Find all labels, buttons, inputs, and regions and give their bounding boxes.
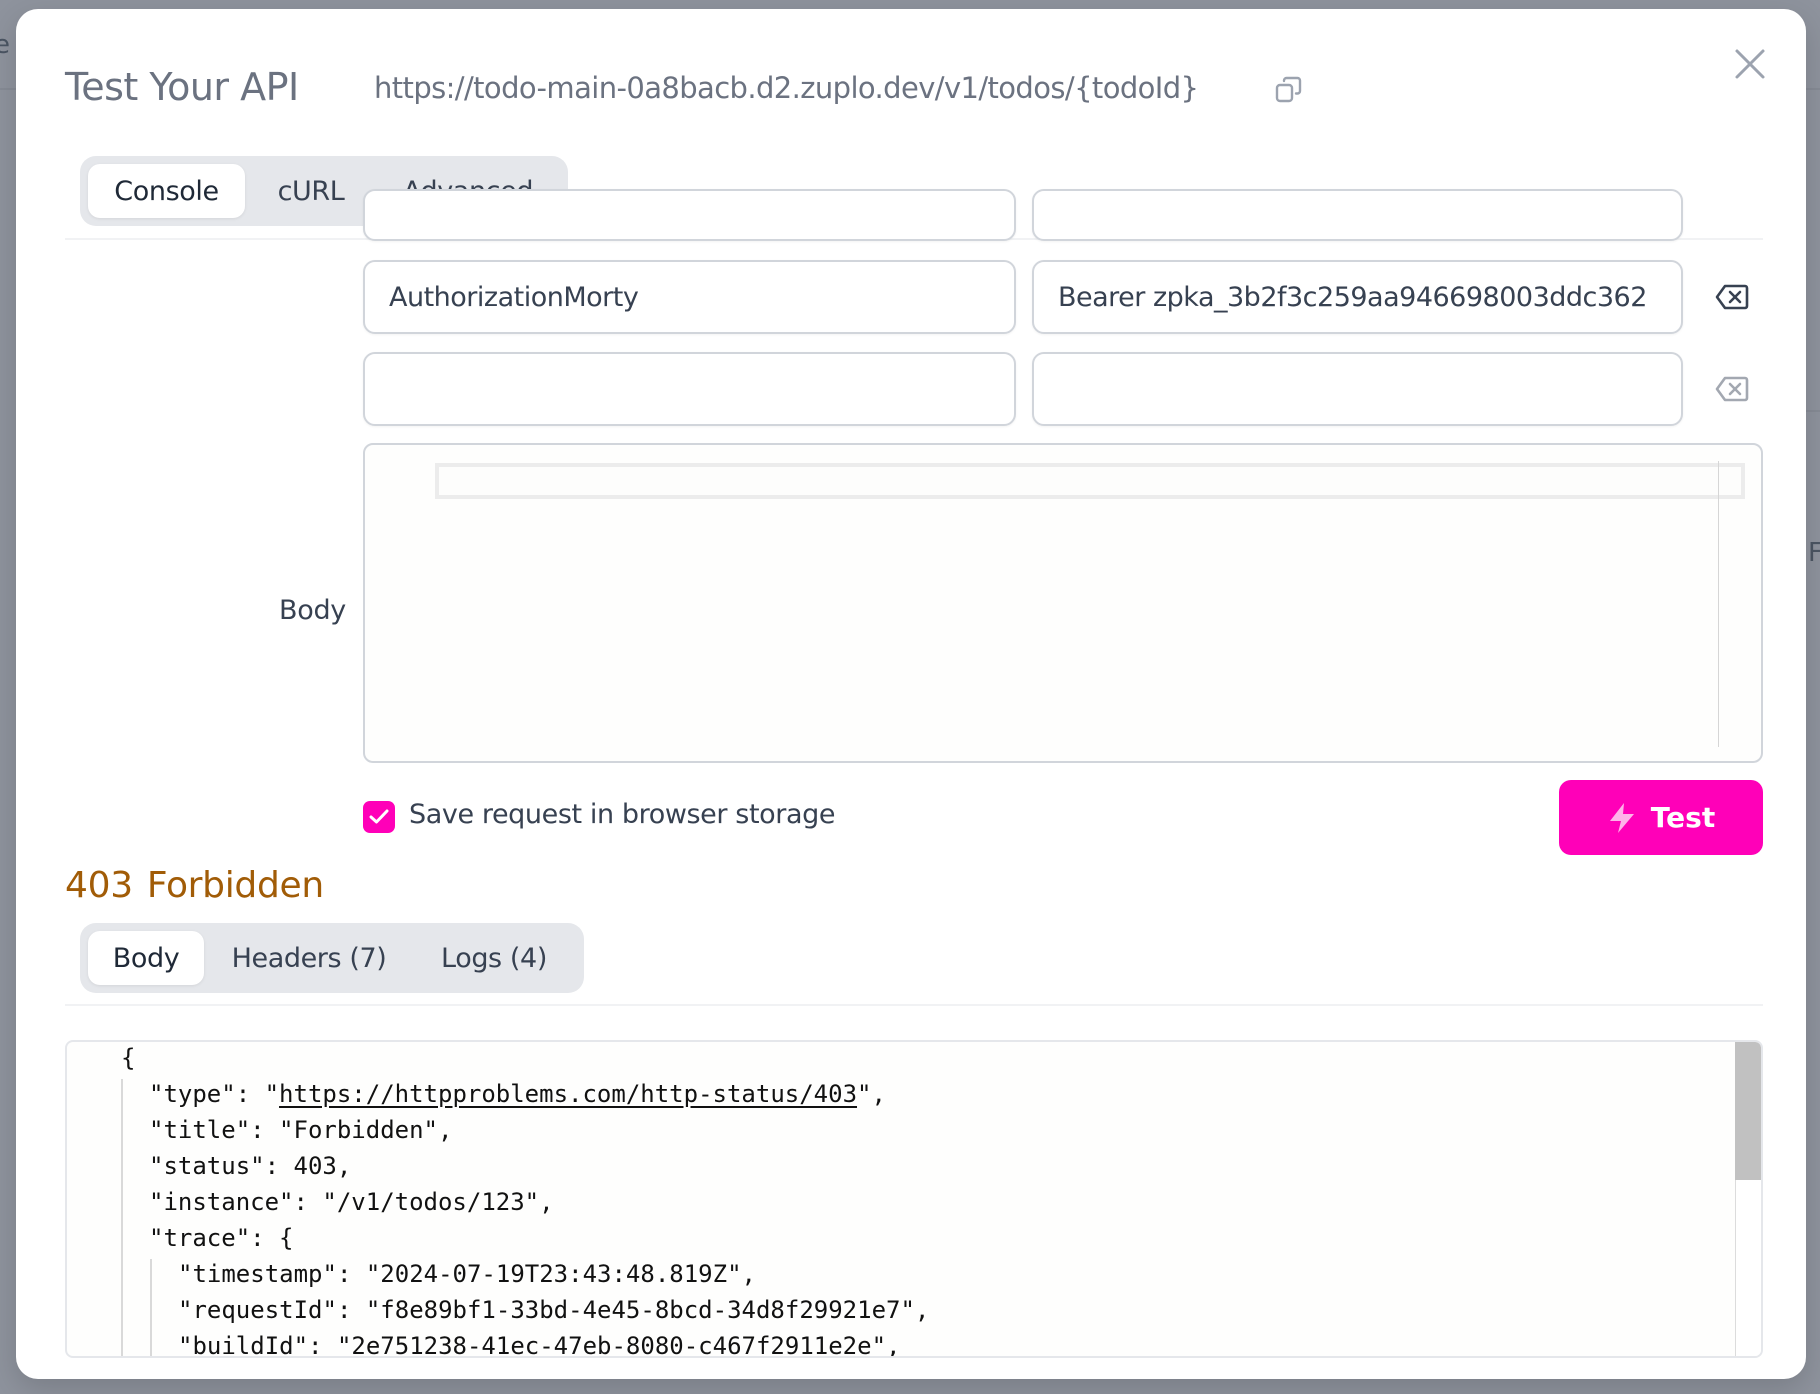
code-line: "type": "https://httpproblems.com/http-s…: [149, 1080, 886, 1108]
scroll-mask: [16, 159, 1806, 239]
header-name-input[interactable]: AuthorizationMorty: [363, 260, 1016, 334]
checkmark-icon: [369, 809, 389, 824]
editor-active-line: [435, 463, 1745, 499]
code-line: "timestamp": "2024-07-19T23:43:48.819Z",: [178, 1260, 756, 1288]
delete-header-icon[interactable]: [1715, 376, 1749, 402]
indent-guide: [150, 1259, 152, 1356]
delete-header-icon[interactable]: [1715, 284, 1749, 310]
code-line: {: [121, 1044, 136, 1072]
tab-response-body[interactable]: Body: [88, 931, 204, 985]
background-text-fragment: e: [0, 30, 10, 60]
test-button[interactable]: Test: [1559, 780, 1763, 855]
body-editor[interactable]: [363, 443, 1763, 763]
test-button-label: Test: [1650, 801, 1716, 834]
indent-guide: [121, 1079, 123, 1356]
type-link[interactable]: https://httpproblems.com/http-status/403: [279, 1080, 857, 1108]
response-tabs: Body Headers (7) Logs (4): [80, 923, 584, 993]
code-line: "title": "Forbidden",: [149, 1116, 453, 1144]
lightning-icon: [1609, 802, 1634, 833]
response-body-viewer[interactable]: { "type": "https://httpproblems.com/http…: [65, 1040, 1763, 1358]
editor-scrollbar-edge: [1718, 461, 1719, 747]
save-request-checkbox[interactable]: [363, 801, 395, 833]
copy-icon[interactable]: [1274, 75, 1304, 105]
header-name-input[interactable]: [363, 352, 1016, 426]
code-line: "status": 403,: [149, 1152, 352, 1180]
code-line: "buildId": "2e751238-41ec-47eb-8080-c467…: [178, 1332, 901, 1358]
save-request-label[interactable]: Save request in browser storage: [409, 799, 835, 830]
dialog-title: Test Your API: [65, 65, 299, 109]
status-code: 403: [65, 865, 133, 906]
code-line: "instance": "/v1/todos/123",: [149, 1188, 554, 1216]
background-text-fragment: F: [1808, 538, 1820, 568]
body-label: Body: [279, 595, 346, 626]
close-icon[interactable]: [1733, 47, 1767, 81]
tab-response-headers[interactable]: Headers (7): [204, 931, 414, 985]
code-line: "requestId": "f8e89bf1-33bd-4e45-8bcd-34…: [178, 1296, 930, 1324]
endpoint-url: https://todo-main-0a8bacb.d2.zuplo.dev/v…: [374, 71, 1199, 105]
header-value-input[interactable]: Bearer zpka_3b2f3c259aa946698003ddc362: [1032, 260, 1683, 334]
code-line: "trace": {: [149, 1224, 294, 1252]
background-divider: [0, 88, 16, 90]
status-text: Forbidden: [146, 865, 324, 906]
background-divider: [1806, 88, 1820, 90]
response-scrollbar-thumb[interactable]: [1735, 1042, 1761, 1180]
tab-response-logs[interactable]: Logs (4): [414, 931, 574, 985]
background-divider: [1806, 410, 1820, 412]
header-value-input[interactable]: [1032, 352, 1683, 426]
response-status: 403 Forbidden: [65, 865, 324, 906]
response-tabs-divider: [65, 1004, 1763, 1006]
test-api-dialog: Test Your API https://todo-main-0a8bacb.…: [16, 9, 1806, 1379]
